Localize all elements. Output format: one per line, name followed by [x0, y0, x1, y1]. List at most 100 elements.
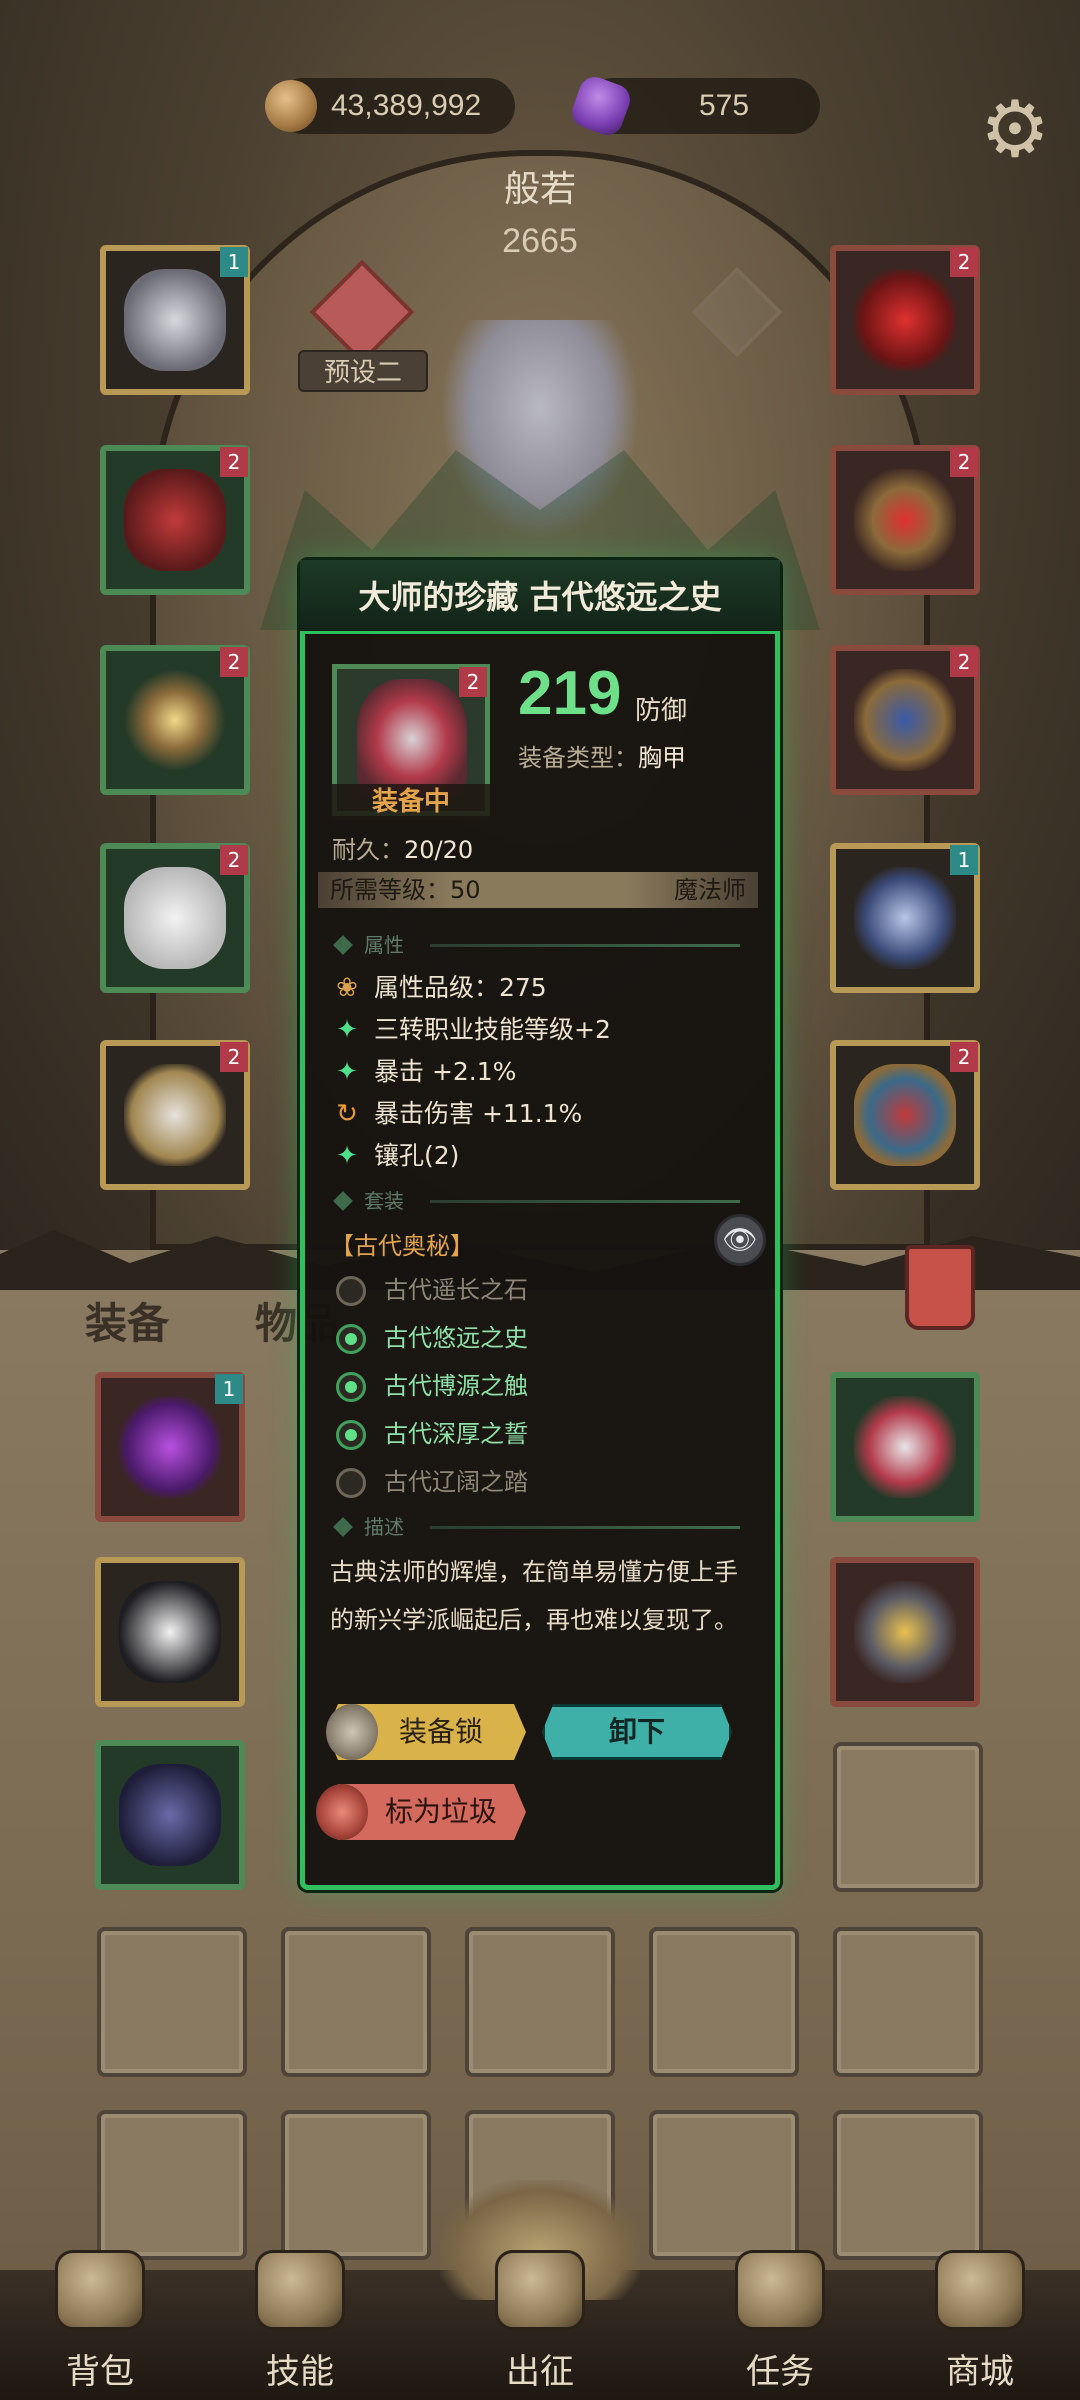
attribute-row: ↻ 暴击伤害 +11.1%	[330, 1094, 582, 1134]
tab-equipment[interactable]: 装备	[85, 1290, 169, 1351]
equip-slot-book[interactable]: 2	[830, 1040, 980, 1190]
inventory-item-chest[interactable]	[830, 1372, 980, 1522]
level-badge: 2	[220, 845, 248, 875]
set-item: 古代深厚之誓	[336, 1414, 528, 1454]
nav-skills[interactable]: 技能	[235, 2250, 365, 2400]
set-item-indicator	[336, 1468, 366, 1498]
lock-icon	[326, 1704, 378, 1760]
unequip-button[interactable]: 卸下	[542, 1704, 732, 1760]
gem-value: 575	[699, 89, 750, 122]
inventory-item-skirt[interactable]	[95, 1740, 245, 1890]
level-badge: 2	[950, 647, 978, 677]
scroll-icon	[735, 2250, 825, 2330]
equip-slot-pants[interactable]: 2	[100, 843, 250, 993]
nav-backpack[interactable]: 背包	[35, 2250, 165, 2400]
item-type: 装备类型：胸甲	[518, 738, 686, 773]
inventory-empty-slot[interactable]	[465, 1927, 615, 2077]
spellbook-icon	[854, 1064, 956, 1166]
ring-icon	[854, 469, 956, 571]
inventory-empty-slot[interactable]	[833, 1742, 983, 1892]
orb-helmet-icon	[119, 1396, 221, 1498]
level-badge: 2	[220, 1042, 248, 1072]
inventory-empty-slot[interactable]	[649, 1927, 799, 2077]
item-type-value: 胸甲	[638, 744, 686, 772]
nav-quests[interactable]: 任务	[715, 2250, 845, 2400]
character-power: 2665	[502, 222, 578, 260]
settings-gear-icon[interactable]: ⚙	[975, 90, 1055, 170]
set-item: 古代辽阔之踏	[336, 1462, 528, 1502]
level-badge: 2	[220, 647, 248, 677]
inventory-empty-slot[interactable]	[833, 1927, 983, 2077]
set-item-indicator	[336, 1276, 366, 1306]
inventory-empty-slot[interactable]	[833, 2110, 983, 2260]
level-badge: 2	[950, 447, 978, 477]
equip-slot-headgear[interactable]: 1	[100, 245, 250, 395]
equip-slot-ring[interactable]: 2	[830, 445, 980, 595]
nav-expedition[interactable]: 出征	[475, 2250, 605, 2400]
level-badge: 1	[950, 845, 978, 875]
sword-icon	[854, 867, 956, 969]
set-item-name: 古代辽阔之踏	[384, 1468, 528, 1496]
gold-value: 43,389,992	[331, 89, 482, 122]
shield-icon	[854, 1581, 956, 1683]
equip-slot-gauntlet[interactable]: 2	[830, 645, 980, 795]
set-item-indicator	[336, 1420, 366, 1450]
equip-slot-boots[interactable]: 2	[100, 1040, 250, 1190]
level-badge: 1	[215, 1374, 243, 1404]
nav-shop[interactable]: 商城	[915, 2250, 1045, 2400]
item-type-label: 装备类型：	[518, 744, 638, 772]
item-description: 古典法师的辉煌，在简单易懂方便上手的新兴学派崛起后，再也难以复现了。	[330, 1558, 738, 1634]
equip-slot-weapon[interactable]: 1	[830, 843, 980, 993]
sparkle-icon: ✦	[336, 1057, 358, 1087]
nav-label: 任务	[746, 2352, 814, 2392]
attribute-row: ✦ 三转职业技能等级+2	[330, 1010, 611, 1050]
gold-currency[interactable]: 43,389,992	[265, 78, 515, 134]
section-attributes: 属性	[330, 930, 760, 960]
inventory-empty-slot[interactable]	[281, 2110, 431, 2260]
inventory-empty-slot[interactable]	[97, 2110, 247, 2260]
lantern-icon	[316, 1784, 368, 1840]
lotus-icon: ❀	[336, 973, 358, 1003]
attribute-row: ❀ 属性品级：275	[330, 968, 547, 1008]
chest-armor-icon	[854, 1396, 956, 1498]
trash-icon[interactable]	[905, 1245, 975, 1330]
section-description: 描述	[330, 1512, 760, 1542]
set-name: 【古代奥秘】	[330, 1232, 474, 1260]
inventory-empty-slot[interactable]	[649, 2110, 799, 2260]
pants-icon	[124, 867, 226, 969]
attribute-text: 镶孔(2)	[374, 1141, 460, 1170]
nav-label: 商城	[946, 2352, 1014, 2392]
inventory-item-shield[interactable]	[830, 1557, 980, 1707]
preset-button[interactable]: 预设二	[298, 350, 428, 392]
sparkle-icon: ✦	[336, 1141, 358, 1171]
requirement-bar: 所需等级：50 魔法师	[318, 872, 758, 908]
attribute-row: ✦ 暴击 +2.1%	[330, 1052, 516, 1092]
set-item-name: 古代悠远之史	[384, 1324, 528, 1352]
durability: 耐久：20/20	[332, 830, 473, 865]
gem-currency[interactable]: 575	[567, 72, 820, 140]
set-item: 古代博源之触	[336, 1366, 528, 1406]
attribute-text: 三转职业技能等级+2	[374, 1015, 611, 1044]
inventory-empty-slot[interactable]	[97, 1927, 247, 2077]
popup-title: 大师的珍藏 古代悠远之史	[300, 560, 780, 634]
nav-label: 背包	[66, 2352, 134, 2392]
eye-icon[interactable]: 👁	[714, 1214, 766, 1266]
star-amulet-icon	[124, 669, 226, 771]
set-item: 古代遥长之石	[336, 1270, 528, 1310]
inventory-item-helmet[interactable]: 1	[95, 1372, 245, 1522]
inventory-item-gloves[interactable]	[95, 1557, 245, 1707]
main-stat-value: 219	[518, 659, 622, 728]
equip-slot-amulet[interactable]: 2	[100, 645, 250, 795]
set-item-name: 古代博源之触	[384, 1372, 528, 1400]
gauntlet-icon	[854, 669, 956, 771]
set-item: 古代悠远之史	[336, 1318, 528, 1358]
level-badge: 2	[950, 1042, 978, 1072]
nav-label: 出征	[506, 2352, 574, 2392]
cycle-icon: ↻	[336, 1099, 358, 1129]
skill-book-icon	[255, 2250, 345, 2330]
equip-slot-cape[interactable]: 2	[100, 445, 250, 595]
gloves-icon	[119, 1581, 221, 1683]
nav-label: 技能	[266, 2352, 334, 2392]
equip-slot-necklace[interactable]: 2	[830, 245, 980, 395]
inventory-empty-slot[interactable]	[281, 1927, 431, 2077]
